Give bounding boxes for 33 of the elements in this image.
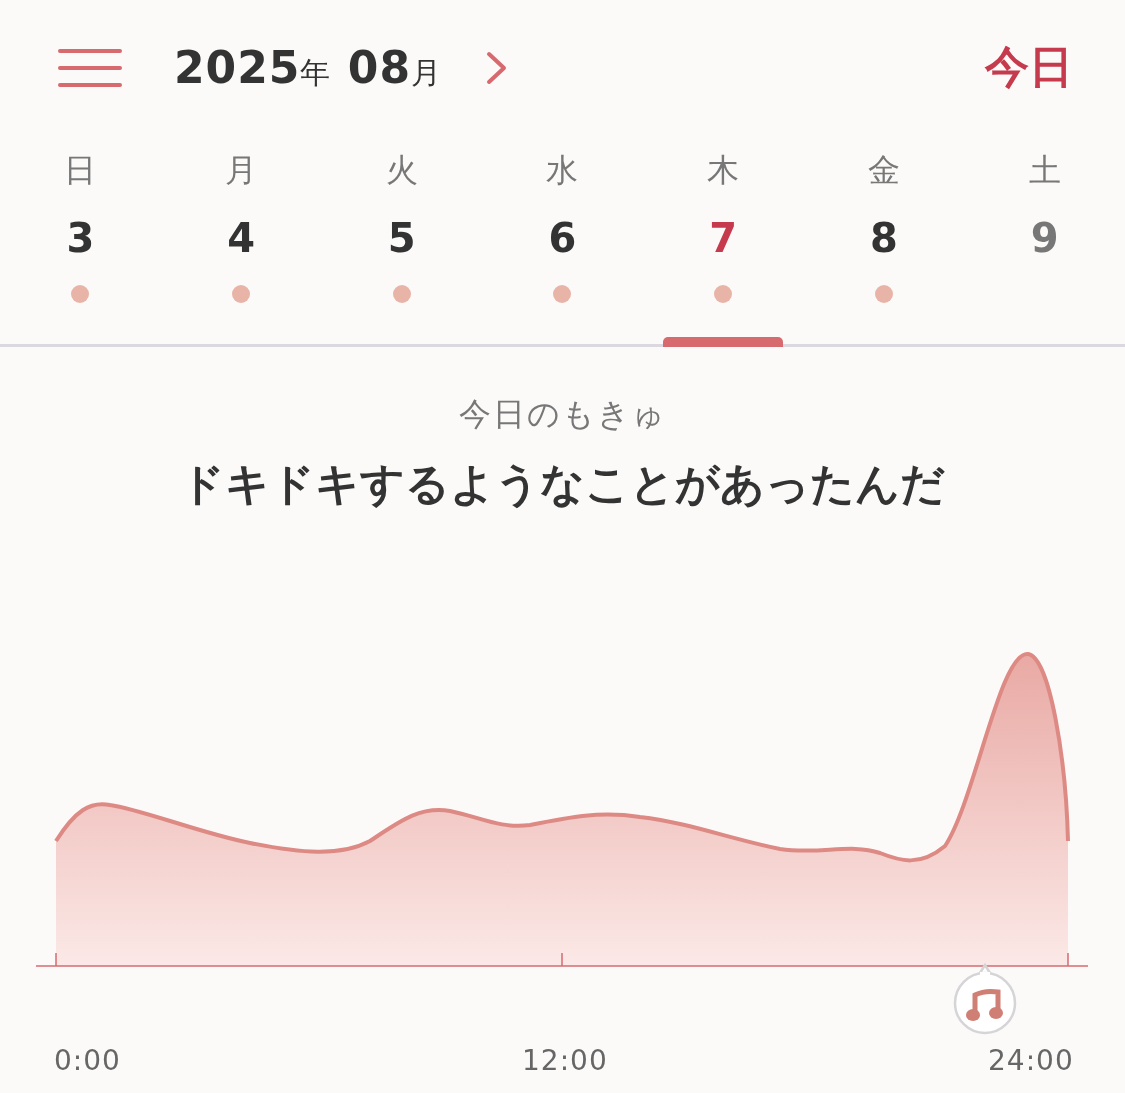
- weekday-label: 水: [546, 150, 579, 191]
- month-title: 2025年 08月: [174, 41, 443, 94]
- time-label: 0:00: [54, 1044, 121, 1077]
- day-tab[interactable]: 月 4: [160, 135, 322, 344]
- menu-icon: [58, 47, 122, 88]
- weekday-label: 土: [1028, 150, 1061, 191]
- date-number: 8: [870, 215, 898, 261]
- date-number: 7: [709, 215, 738, 261]
- weekday-label: 火: [385, 150, 418, 191]
- date-number: 9: [1030, 215, 1059, 261]
- day-tab[interactable]: 火 5: [321, 135, 483, 344]
- date-number: 6: [548, 215, 577, 261]
- caption: 今日のもきゅ: [458, 394, 667, 435]
- mood-message: ドキドキするようなことがあったんだ: [180, 457, 945, 511]
- weekday-label: 金: [867, 150, 900, 191]
- weekday-label: 木: [707, 150, 740, 191]
- date-number: 3: [66, 215, 95, 261]
- date-number: 4: [227, 215, 255, 261]
- day-tab[interactable]: 木 7: [642, 135, 804, 344]
- day-tab[interactable]: 金 8: [803, 135, 965, 344]
- date-number: 5: [387, 215, 416, 261]
- music-marker-button[interactable]: [952, 963, 1018, 1035]
- day-tab[interactable]: 日 3: [0, 135, 161, 344]
- next-month-button[interactable]: [486, 50, 509, 85]
- day-tab[interactable]: 水 6: [482, 135, 643, 344]
- chevron-right-icon: [486, 50, 509, 85]
- time-label: 24:00: [988, 1044, 1074, 1077]
- speech-bubble: [952, 963, 1018, 1035]
- music-note-icon: [965, 987, 1005, 1023]
- weekday-label: 日: [64, 150, 97, 191]
- weekday-label: 月: [225, 150, 258, 191]
- today-button[interactable]: 今日: [985, 38, 1073, 97]
- time-label: 12:00: [522, 1044, 608, 1077]
